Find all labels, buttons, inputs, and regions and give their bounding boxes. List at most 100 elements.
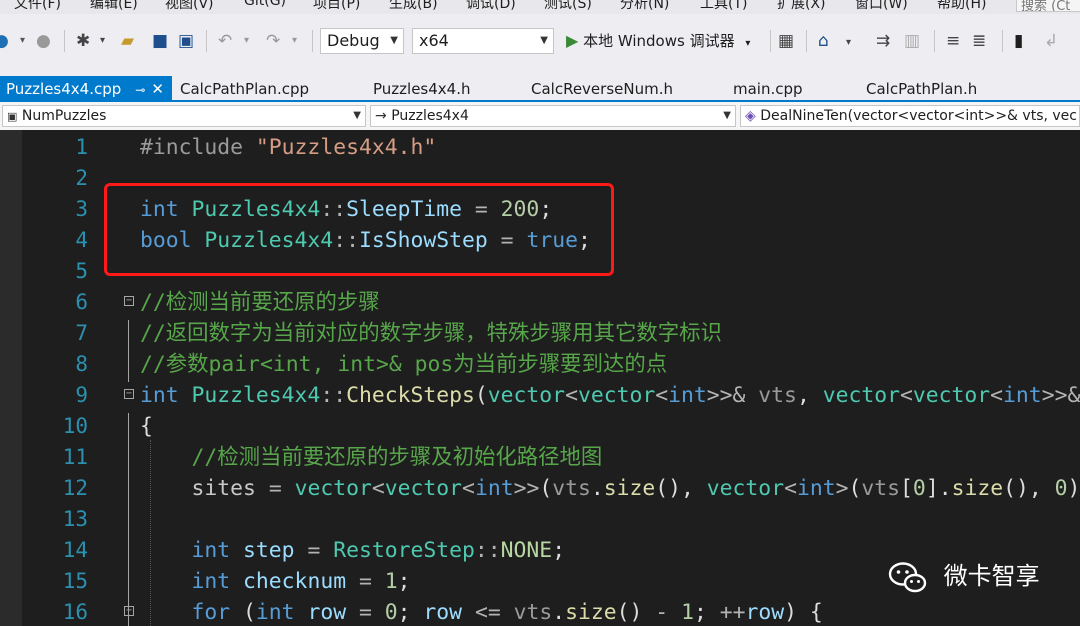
menu-tools[interactable]: 工具(T) xyxy=(700,0,747,13)
menu-extensions[interactable]: 扩展(X) xyxy=(777,0,826,13)
menu-edit[interactable]: 编辑(E) xyxy=(90,0,138,13)
next-bookmark-icon[interactable]: ↲ xyxy=(1044,30,1058,52)
toolbar-separator xyxy=(206,30,207,52)
line-number: 1 xyxy=(75,135,88,159)
navigation-bar: ▣ NumPuzzles ▼ → Puzzles4x4 ▼ ◈ DealNine… xyxy=(0,102,1080,131)
menu-view[interactable]: 视图(V) xyxy=(165,0,214,13)
collapse-icon[interactable]: − xyxy=(124,296,134,306)
code-comment: //参数pair<int, int>& pos为当前步骤要到达的点 xyxy=(140,352,668,377)
open-folder-icon[interactable]: ▰ xyxy=(121,30,134,52)
code-line: 13 xyxy=(0,504,1080,535)
line-number: 6 xyxy=(75,290,88,314)
code-text: sites = vector<vector<int>>(vts.size(), … xyxy=(191,476,1080,501)
document-tabs: Puzzles4x4.cpp ⊸ ✕ CalcPathPlan.cpp Puzzle… xyxy=(0,72,1080,102)
menu-bar: 文件(F) 编辑(E) 视图(V) Git(G) 项目(P) 生成(B) 调试(… xyxy=(0,0,1080,14)
overflow-icon[interactable]: ▾ xyxy=(846,32,851,54)
code-line: 1 #include "Puzzles4x4.h" xyxy=(0,132,1080,163)
menu-build[interactable]: 生成(B) xyxy=(389,0,438,13)
collapse-icon[interactable]: − xyxy=(124,389,134,399)
line-number: 16 xyxy=(62,600,88,624)
toolbar-separator xyxy=(64,30,65,52)
code-text: #include "Puzzles4x4.h" xyxy=(140,135,437,160)
undo-dropdown-icon[interactable]: ▾ xyxy=(244,30,249,52)
menu-test[interactable]: 测试(S) xyxy=(544,0,592,13)
tab-calcpathplan-h[interactable]: CalcPathPlan.h xyxy=(866,76,977,102)
tab-label: main.cpp xyxy=(733,80,803,98)
layout-icon[interactable]: ▥ xyxy=(904,30,920,52)
toolbar: ● ▾ ● ✱ ▾ ▰ ■ ▣ ↶ ▾ ↷ ▾ Debug ▼ x64 ▼ ▶ … xyxy=(0,14,1080,72)
menu-window[interactable]: 窗口(W) xyxy=(855,0,908,13)
platform-select[interactable]: x64 ▼ xyxy=(412,28,554,54)
tab-puzzles4x4-h[interactable]: Puzzles4x4.h xyxy=(373,76,471,102)
forward-icon[interactable]: ● xyxy=(36,30,51,52)
watermark-text: 微卡智享 xyxy=(943,562,1040,590)
code-text: { xyxy=(140,414,153,439)
chevron-down-icon: ▼ xyxy=(390,35,398,46)
save-all-icon[interactable]: ▣ xyxy=(178,30,194,52)
uncomment-lines-icon[interactable]: ≣ xyxy=(972,30,986,52)
menu-analyze[interactable]: 分析(N) xyxy=(620,0,669,13)
code-comment: //检测当前要还原的步骤及初始化路径地图 xyxy=(191,445,603,470)
menu-help[interactable]: 帮助(H) xyxy=(937,0,986,13)
start-debug-button[interactable]: ▶ 本地 Windows 调试器 ▾ xyxy=(566,28,750,54)
project-icon: ▣ xyxy=(7,110,18,123)
member-dropdown[interactable]: ◈ DealNineTen(vector<vector<int>>& vts, … xyxy=(740,105,1080,127)
line-number: 11 xyxy=(62,445,88,469)
play-icon: ▶ xyxy=(566,31,579,50)
toolbar-separator xyxy=(770,30,771,52)
menu-project[interactable]: 项目(P) xyxy=(313,0,360,13)
line-number: 12 xyxy=(62,476,88,500)
toolbar-separator xyxy=(806,30,807,52)
toolbar-separator xyxy=(1002,30,1003,52)
redo-dropdown-icon[interactable]: ▾ xyxy=(292,30,297,52)
tab-label: Puzzles4x4.cpp xyxy=(6,80,122,98)
wechat-logo-icon xyxy=(888,562,927,593)
tab-calcreversenum-h[interactable]: CalcReverseNum.h xyxy=(531,76,673,102)
pin-icon[interactable]: ⊸ xyxy=(135,83,145,97)
menu-git[interactable]: Git(G) xyxy=(244,0,286,9)
tab-calcpathplan-cpp[interactable]: CalcPathPlan.cpp xyxy=(180,76,309,102)
start-debug-label: 本地 Windows 调试器 xyxy=(583,32,735,50)
scope-dropdown[interactable]: → Puzzles4x4 ▼ xyxy=(370,105,736,127)
comment-lines-icon[interactable]: ≡ xyxy=(946,30,960,52)
save-icon[interactable]: ■ xyxy=(152,30,168,52)
menu-file[interactable]: 文件(F) xyxy=(14,0,61,13)
collapse-icon[interactable]: − xyxy=(124,606,134,616)
line-number: 15 xyxy=(62,569,88,593)
search-box[interactable]: 搜索 (Ct xyxy=(1016,0,1080,12)
line-number: 14 xyxy=(62,538,88,562)
tab-label: Puzzles4x4.h xyxy=(373,80,471,98)
new-dropdown-icon[interactable]: ▾ xyxy=(100,30,105,52)
redo-icon[interactable]: ↷ xyxy=(266,30,280,52)
undo-icon[interactable]: ↶ xyxy=(218,30,232,52)
step-icon[interactable]: ⇉ xyxy=(876,30,890,52)
back-icon[interactable]: ● xyxy=(0,30,9,52)
config-select[interactable]: Debug ▼ xyxy=(320,28,404,54)
line-number: 3 xyxy=(75,197,88,221)
code-line: 7 //返回数字为当前对应的数字步骤，特殊步骤用其它数字标识 xyxy=(0,318,1080,349)
close-icon[interactable]: ✕ xyxy=(151,80,164,98)
line-number: 9 xyxy=(75,383,88,407)
code-line: 10 { xyxy=(0,411,1080,442)
code-text: int step = RestoreStep::NONE; xyxy=(191,538,566,563)
line-number: 2 xyxy=(75,166,88,190)
chevron-down-icon: ▼ xyxy=(353,110,361,121)
bookmark-icon[interactable]: ▮ xyxy=(1014,30,1023,52)
arrow-right-icon: → xyxy=(375,108,387,124)
find-in-files-icon[interactable]: ▦ xyxy=(778,30,794,52)
project-dropdown[interactable]: ▣ NumPuzzles ▼ xyxy=(2,105,366,127)
menu-debug[interactable]: 调试(D) xyxy=(466,0,516,13)
tab-puzzles4x4-cpp[interactable]: Puzzles4x4.cpp ⊸ ✕ xyxy=(0,76,172,102)
toolbar-separator xyxy=(934,30,935,52)
code-line: 16 − for (int row = 0; row <= vts.size()… xyxy=(0,597,1080,626)
line-number: 10 xyxy=(62,414,88,438)
new-project-icon[interactable]: ✱ xyxy=(76,30,90,52)
home-icon[interactable]: ⌂ xyxy=(818,30,829,52)
chevron-down-icon: ▼ xyxy=(723,110,731,121)
tab-label: CalcPathPlan.h xyxy=(866,80,978,98)
toolbar-separator xyxy=(312,30,313,52)
back-dropdown-icon[interactable]: ▾ xyxy=(20,30,25,52)
line-number: 8 xyxy=(75,352,88,376)
tab-main-cpp[interactable]: main.cpp xyxy=(733,76,803,102)
code-editor[interactable]: 1 #include "Puzzles4x4.h" 2 3 int Puzzle… xyxy=(0,130,1080,626)
